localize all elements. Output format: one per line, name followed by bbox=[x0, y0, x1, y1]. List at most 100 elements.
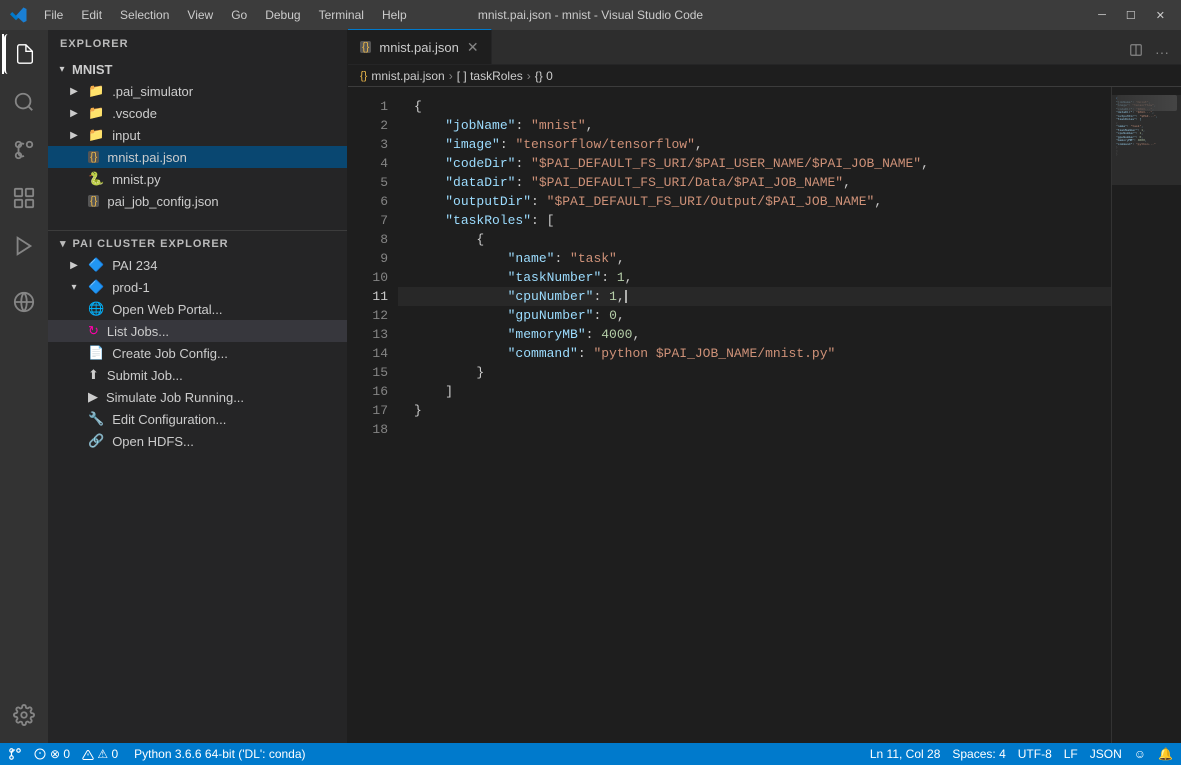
pai-cluster-header[interactable]: ▾ PAI CLUSTER EXPLORER bbox=[48, 233, 347, 254]
text-cursor bbox=[625, 290, 627, 303]
arrow-pai-cluster: ▾ bbox=[60, 237, 67, 250]
minimize-button[interactable]: ─ bbox=[1092, 7, 1112, 24]
explorer-activity-item[interactable] bbox=[4, 34, 44, 74]
search-activity-item[interactable] bbox=[4, 82, 44, 122]
vscode-logo bbox=[10, 6, 28, 24]
python-icon-mnist: 🐍 bbox=[88, 171, 104, 187]
tab-bar: {} mnist.pai.json ✕ ··· bbox=[348, 30, 1181, 65]
tree-item-prod1[interactable]: ▾ 🔷 prod-1 bbox=[48, 276, 347, 298]
label-mnist-py: mnist.py bbox=[112, 172, 347, 187]
breadcrumb-task-roles[interactable]: [ ] taskRoles bbox=[457, 69, 523, 83]
breadcrumb-zero[interactable]: {} 0 bbox=[535, 69, 553, 83]
status-errors[interactable]: ⊗ 0 bbox=[34, 747, 70, 761]
line-num-14: 14 bbox=[348, 344, 388, 363]
menu-view[interactable]: View bbox=[179, 6, 221, 24]
label-list-jobs: List Jobs... bbox=[107, 324, 347, 339]
tree-item-pai234[interactable]: ▶ 🔷 PAI 234 bbox=[48, 254, 347, 276]
tree-item-list-jobs[interactable]: ↻ List Jobs... bbox=[48, 320, 347, 342]
val-image: "tensorflow/tensorflow" bbox=[515, 135, 694, 154]
code-editor[interactable]: { "jobName": "mnist", "image": "tensorfl… bbox=[398, 87, 1111, 743]
status-line-ending[interactable]: LF bbox=[1064, 747, 1078, 761]
icon-edit-config: 🔧 bbox=[88, 411, 104, 427]
indent-14 bbox=[414, 344, 508, 363]
breadcrumb-filename[interactable]: {} mnist.pai.json bbox=[360, 69, 445, 83]
line-num-7: 7 bbox=[348, 211, 388, 230]
status-encoding[interactable]: UTF-8 bbox=[1018, 747, 1052, 761]
tab-label: mnist.pai.json bbox=[379, 40, 458, 55]
tree-item-open-hdfs[interactable]: 🔗 Open HDFS... bbox=[48, 430, 347, 452]
remote-activity-item[interactable] bbox=[4, 282, 44, 322]
status-branch[interactable] bbox=[8, 747, 22, 762]
more-actions-button[interactable]: ··· bbox=[1151, 40, 1173, 64]
status-python[interactable]: Python 3.6.6 64-bit ('DL': conda) bbox=[134, 747, 305, 761]
key-taskNumber: "taskNumber" bbox=[508, 268, 602, 287]
tree-item-open-web-portal[interactable]: 🌐 Open Web Portal... bbox=[48, 298, 347, 320]
explorer-tree: ▾ MNIST ▶ 📁 .pai_simulator ▶ 📁 .vscode ▶… bbox=[48, 58, 347, 743]
split-editor-button[interactable] bbox=[1125, 39, 1147, 64]
tab-bar-actions: ··· bbox=[1125, 39, 1181, 64]
json-icon-pai-job: {} bbox=[88, 195, 99, 207]
status-bell[interactable]: 🔔 bbox=[1158, 747, 1173, 761]
tab-mnist-pai-json[interactable]: {} mnist.pai.json ✕ bbox=[348, 29, 492, 64]
extensions-activity-item[interactable] bbox=[4, 178, 44, 218]
icon-simulate-job: ▶ bbox=[88, 389, 98, 405]
indent-4 bbox=[414, 154, 445, 173]
line-num-6: 6 bbox=[348, 192, 388, 211]
tree-item-simulate-job[interactable]: ▶ Simulate Job Running... bbox=[48, 386, 347, 408]
line-num-2: 2 bbox=[348, 116, 388, 135]
label-pai-job-config: pai_job_config.json bbox=[107, 194, 347, 209]
indent-7 bbox=[414, 211, 445, 230]
tree-item-create-job-config[interactable]: 📄 Create Job Config... bbox=[48, 342, 347, 364]
tree-item-pai-job-config[interactable]: ▶ {} pai_job_config.json bbox=[48, 190, 347, 212]
tree-item-mnist-pai-json[interactable]: ▶ {} mnist.pai.json bbox=[48, 146, 347, 168]
tree-item-input[interactable]: ▶ 📁 input bbox=[48, 124, 347, 146]
tree-item-mnist-py[interactable]: ▶ 🐍 mnist.py bbox=[48, 168, 347, 190]
menu-selection[interactable]: Selection bbox=[112, 6, 177, 24]
menu-terminal[interactable]: Terminal bbox=[311, 6, 372, 24]
json-icon-mnist-pai: {} bbox=[88, 151, 99, 163]
tree-item-submit-job[interactable]: ⬆ Submit Job... bbox=[48, 364, 347, 386]
code-line-9: "name": "task", bbox=[398, 249, 1111, 268]
line-num-11: 11 bbox=[348, 287, 388, 306]
status-smiley[interactable]: ☺ bbox=[1134, 747, 1146, 761]
code-line-2: "jobName": "mnist", bbox=[398, 116, 1111, 135]
arrow-vscode: ▶ bbox=[68, 108, 80, 119]
line-num-18: 18 bbox=[348, 420, 388, 439]
key-gpuNumber: "gpuNumber" bbox=[508, 306, 594, 325]
settings-activity-item[interactable] bbox=[4, 695, 44, 735]
tree-item-vscode[interactable]: ▶ 📁 .vscode bbox=[48, 102, 347, 124]
maximize-button[interactable]: ☐ bbox=[1120, 7, 1142, 24]
menu-go[interactable]: Go bbox=[223, 6, 255, 24]
menu-debug[interactable]: Debug bbox=[257, 6, 308, 24]
status-warnings[interactable]: ⚠ 0 bbox=[82, 747, 118, 761]
status-language[interactable]: JSON bbox=[1090, 747, 1122, 761]
menu-edit[interactable]: Edit bbox=[73, 6, 110, 24]
status-spaces[interactable]: Spaces: 4 bbox=[952, 747, 1005, 761]
close-button[interactable]: ✕ bbox=[1150, 7, 1171, 24]
line-num-4: 4 bbox=[348, 154, 388, 173]
tree-root-mnist[interactable]: ▾ MNIST bbox=[48, 58, 347, 80]
status-position[interactable]: Ln 11, Col 28 bbox=[870, 747, 941, 761]
activity-bar bbox=[0, 30, 48, 743]
key-name: "name" bbox=[508, 249, 555, 268]
git-activity-item[interactable] bbox=[4, 130, 44, 170]
tab-close-button[interactable]: ✕ bbox=[467, 39, 479, 56]
icon-create-job-config: 📄 bbox=[88, 345, 104, 361]
line-numbers: 1 2 3 4 5 6 7 8 9 10 11 12 13 14 15 16 1… bbox=[348, 87, 398, 743]
line-num-3: 3 bbox=[348, 135, 388, 154]
indent-6 bbox=[414, 192, 445, 211]
folder-icon-pai-sim: 📁 bbox=[88, 83, 104, 99]
menu-file[interactable]: File bbox=[36, 6, 71, 24]
debug-activity-item[interactable] bbox=[4, 226, 44, 266]
warning-count: ⚠ 0 bbox=[97, 747, 118, 761]
val-dataDir: "$PAI_DEFAULT_FS_URI/Data/$PAI_JOB_NAME" bbox=[531, 173, 843, 192]
label-edit-config: Edit Configuration... bbox=[112, 412, 347, 427]
arrow-pai234: ▶ bbox=[68, 260, 80, 271]
menu-help[interactable]: Help bbox=[374, 6, 415, 24]
tree-item-edit-config[interactable]: 🔧 Edit Configuration... bbox=[48, 408, 347, 430]
code-line-18 bbox=[398, 420, 1111, 439]
key-image: "image" bbox=[445, 135, 500, 154]
icon-open-web-portal: 🌐 bbox=[88, 301, 104, 317]
val-memoryMB: 4000 bbox=[601, 325, 632, 344]
tree-item-pai-simulator[interactable]: ▶ 📁 .pai_simulator bbox=[48, 80, 347, 102]
